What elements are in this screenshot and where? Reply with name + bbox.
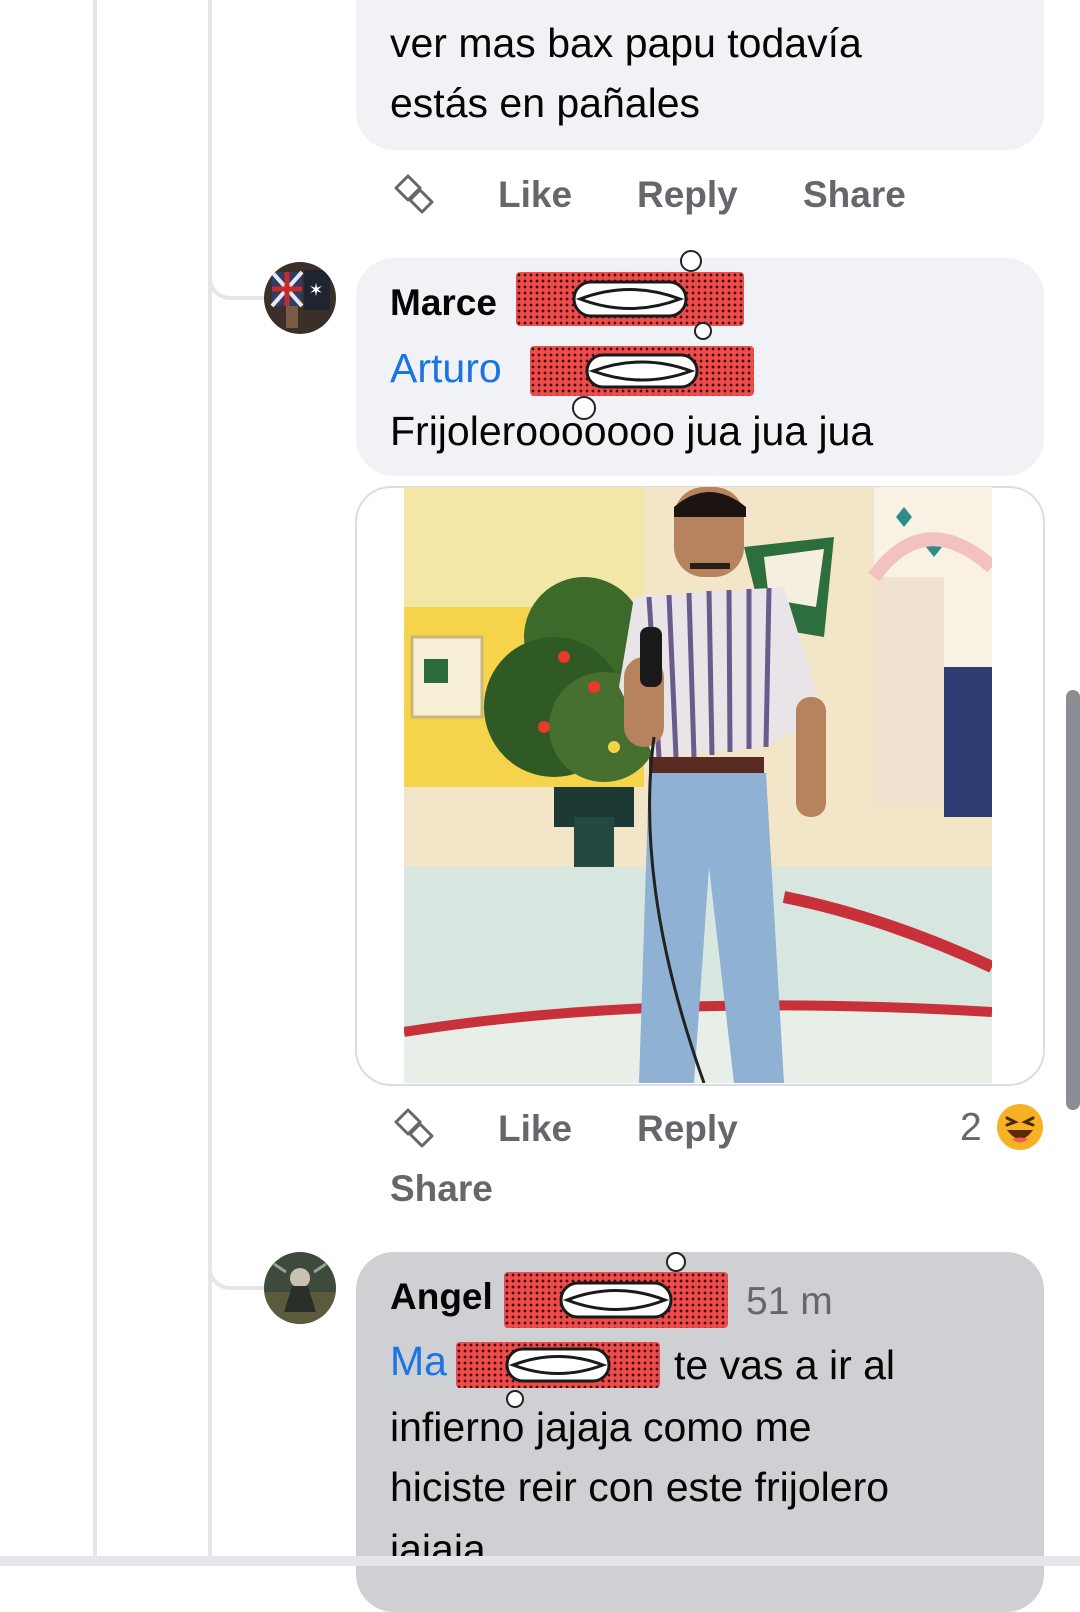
mention-link[interactable]: Ma — [390, 1338, 447, 1385]
bottom-divider — [0, 1556, 1080, 1566]
comment-text: Frijolerooooooo jua jua jua — [390, 408, 874, 454]
redaction-mark — [516, 250, 744, 340]
comment-text-line: infierno jajaja como me — [390, 1404, 812, 1450]
reply-button[interactable]: Reply — [637, 1108, 738, 1150]
comment-author[interactable]: Marce — [390, 282, 497, 324]
scrollbar[interactable] — [1066, 690, 1080, 1110]
comment-text-line: jajaja — [390, 1526, 486, 1556]
redaction-mark — [456, 1342, 660, 1408]
redaction-mark — [504, 1252, 728, 1328]
comment-text-clip: jajaja — [390, 1518, 1030, 1556]
reaction-count[interactable]: 2 — [960, 1106, 982, 1150]
comment-timestamp[interactable]: 51 m — [746, 1280, 833, 1324]
like-button[interactable]: Like — [498, 174, 572, 216]
avatar[interactable]: ✶ — [264, 262, 336, 334]
svg-text:✶: ✶ — [308, 280, 323, 301]
mention-link[interactable]: Arturo — [390, 345, 502, 392]
comment-text-line: te vas a ir al — [674, 1342, 896, 1388]
translate-icon[interactable] — [390, 170, 438, 218]
comment-text-line: estás en pañales — [390, 80, 701, 126]
share-button[interactable]: Share — [803, 174, 906, 216]
haha-reaction-icon[interactable] — [995, 1102, 1045, 1152]
reply-connector — [208, 1246, 264, 1290]
translate-icon[interactable] — [390, 1104, 438, 1152]
avatar[interactable] — [264, 1252, 336, 1324]
share-button[interactable]: Share — [390, 1168, 493, 1210]
like-button[interactable]: Like — [498, 1108, 572, 1150]
redaction-mark — [530, 346, 754, 420]
comment-text-line: hiciste reir con este frijolero — [390, 1464, 890, 1510]
comment-text-line: ver mas bax papu todavía — [390, 20, 862, 66]
thread-line-outer — [93, 0, 97, 1566]
thread-line-inner — [208, 0, 212, 1566]
comment-photo[interactable] — [404, 487, 992, 1083]
reply-button[interactable]: Reply — [637, 174, 738, 216]
comment-author[interactable]: Angel — [390, 1276, 493, 1318]
reply-connector — [208, 250, 264, 300]
